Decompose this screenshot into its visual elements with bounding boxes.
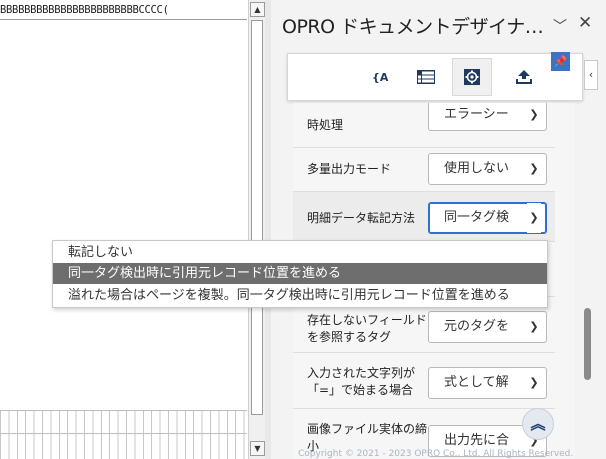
setting-row: 入力された文字列が 「=」で始まる場合 式として解 ❯ <box>293 353 555 409</box>
chevron-down-icon: ❯ <box>527 103 541 130</box>
svg-text:{A}: {A} <box>372 71 389 84</box>
scroll-to-top-icon[interactable]: ︽ <box>522 408 554 440</box>
chevron-down-icon: ❯ <box>527 368 541 398</box>
field-icon[interactable]: {A} <box>360 58 400 96</box>
document-grid-row <box>0 410 247 459</box>
pane-vertical-scrollbar[interactable] <box>581 103 595 459</box>
app-window: BBBBBBBBBBBBBBBBBBBBBBBCCCC( ▲ ▼ OPRO ドキ… <box>0 0 606 459</box>
gear-icon[interactable] <box>452 58 492 96</box>
setting-value: 同一タグ検 <box>444 210 510 225</box>
setting-value: 元のタグを <box>444 319 510 334</box>
setting-label: 多量出力モード <box>307 162 392 176</box>
chevron-down-icon: ❯ <box>527 154 541 184</box>
close-icon[interactable]: ✕ <box>578 13 592 33</box>
setting-value: 式として解 <box>444 375 509 390</box>
chevron-down-icon: ❯ <box>527 203 541 233</box>
scroll-up-arrow-icon[interactable]: ▲ <box>250 2 265 17</box>
document-vertical-scrollbar[interactable]: ▲ ▼ <box>248 0 265 459</box>
setting-select[interactable]: 元のタグを ❯ <box>428 311 547 343</box>
document-scroll-thumb[interactable] <box>251 20 263 415</box>
document-text-row: BBBBBBBBBBBBBBBBBBBBBBBCCCC( <box>0 0 247 20</box>
dropdown-option[interactable]: 転記しない <box>53 242 547 263</box>
copyright-text: Copyright © 2021 - 2023 OPRO Co., Ltd. A… <box>298 449 574 459</box>
pane-title: OPRO ドキュメントデザイナ… <box>282 16 544 38</box>
setting-label: 明細データ転記方法 <box>307 211 416 225</box>
setting-row: 明細データ転記方法 同一タグ検 ❯ <box>293 192 555 242</box>
chevron-down-icon[interactable]: ﹀ <box>553 16 567 36</box>
setting-label: 存在しないフィールド を参照するタグ <box>307 313 427 344</box>
task-pane: OPRO ドキュメントデザイナ… ﹀ ✕ {A} <box>271 0 606 459</box>
setting-select[interactable]: 同一タグ検 ❯ <box>428 202 547 234</box>
pane-toolbar: {A} <box>287 53 583 101</box>
setting-label: 時処理 <box>307 118 344 132</box>
setting-value: エラーシー <box>444 107 509 122</box>
chevron-down-icon: ❯ <box>527 312 541 342</box>
dropdown-option[interactable]: 溢れた場合はページを複製。同一タグ検出時に引用元レコード位置を進める <box>53 285 547 306</box>
setting-row: 時処理 エラーシー ❯ <box>293 103 555 148</box>
setting-select[interactable]: エラーシー ❯ <box>428 103 547 131</box>
dropdown-list: 転記しない 同一タグ検出時に引用元レコード位置を進める 溢れた場合はページを複製… <box>52 240 548 308</box>
setting-value: 使用しない <box>444 161 510 176</box>
setting-select[interactable]: 使用しない ❯ <box>428 153 547 185</box>
upload-icon[interactable] <box>504 58 544 96</box>
chevron-left-icon[interactable]: ‹ <box>584 60 598 90</box>
scroll-down-arrow-icon[interactable]: ▼ <box>250 441 265 456</box>
setting-label: 入力された文字列が 「=」で始まる場合 <box>307 366 416 397</box>
dropdown-option-selected[interactable]: 同一タグ検出時に引用元レコード位置を進める <box>53 263 547 284</box>
pin-icon[interactable]: 📌 <box>551 52 570 71</box>
document-canvas[interactable]: BBBBBBBBBBBBBBBBBBBBBBBCCCC( <box>0 0 247 459</box>
table-icon[interactable] <box>406 58 446 96</box>
pane-scroll-thumb[interactable] <box>584 308 591 380</box>
setting-select[interactable]: 式として解 ❯ <box>428 367 547 399</box>
setting-row: 多量出力モード 使用しない ❯ <box>293 148 555 192</box>
